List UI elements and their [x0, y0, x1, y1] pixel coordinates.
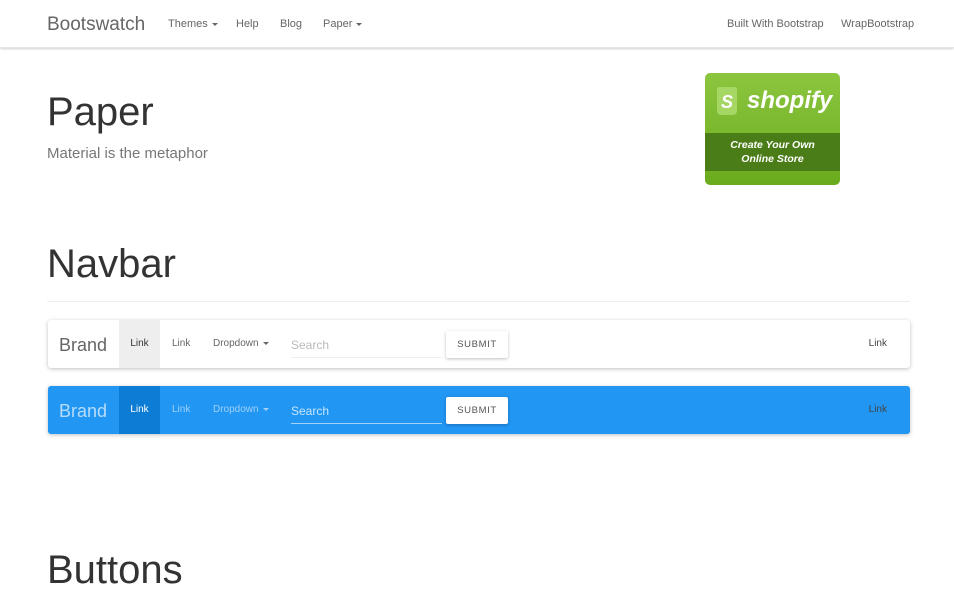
navbar-inverse: Brand Link Link Dropdown SUBMIT Link [48, 386, 910, 434]
section-heading-navbar: Navbar [47, 242, 176, 286]
ad-tagline-band: Create Your Own Online Store [705, 133, 840, 171]
caret-down-icon [211, 22, 218, 26]
ad-brand: shopify [747, 87, 833, 114]
page-title: Paper [47, 90, 154, 134]
navbar-right-link[interactable]: Link [869, 386, 887, 434]
top-navbar: Bootswatch Themes Help Blog Paper Built … [0, 0, 954, 48]
nav-built-with-bootstrap[interactable]: Built With Bootstrap [727, 18, 824, 30]
navbar-link-active[interactable]: Link [119, 320, 160, 368]
nav-themes[interactable]: Themes [168, 18, 218, 30]
shopify-ad[interactable]: S shopify Create Your Own Online Store [705, 73, 840, 185]
section-heading-buttons: Buttons [47, 548, 183, 592]
navbar-brand[interactable]: Brand [59, 401, 107, 422]
caret-down-icon [262, 407, 269, 411]
navbar-link[interactable]: Link [172, 386, 190, 434]
navbar-right-link[interactable]: Link [869, 320, 887, 368]
ad-tagline-line2: Online Store [741, 153, 804, 165]
page-subtitle: Material is the metaphor [47, 145, 208, 162]
navbar-search-input[interactable] [291, 398, 442, 424]
navbar-dropdown[interactable]: Dropdown [213, 320, 269, 368]
nav-blog[interactable]: Blog [280, 18, 302, 30]
site-brand[interactable]: Bootswatch [47, 14, 145, 36]
navbar-brand[interactable]: Brand [59, 335, 107, 356]
navbar-dropdown-label: Dropdown [213, 404, 259, 415]
shopify-bag-icon: S [717, 87, 737, 115]
ad-tagline-line1: Create Your Own [730, 139, 815, 151]
navbar-dropdown[interactable]: Dropdown [213, 386, 269, 434]
caret-down-icon [356, 22, 363, 26]
caret-down-icon [262, 341, 269, 345]
navbar-submit-button[interactable]: SUBMIT [446, 331, 508, 358]
nav-paper-label: Paper [323, 18, 353, 30]
navbar-submit-button[interactable]: SUBMIT [446, 397, 508, 424]
section-divider [47, 301, 910, 302]
navbar-dropdown-label: Dropdown [213, 338, 259, 349]
nav-paper[interactable]: Paper [323, 18, 363, 30]
navbar-search-input[interactable] [291, 332, 442, 358]
navbar-link-active[interactable]: Link [119, 386, 160, 434]
nav-themes-label: Themes [168, 18, 208, 30]
navbar-default: Brand Link Link Dropdown SUBMIT Link [48, 320, 910, 368]
navbar-link[interactable]: Link [172, 320, 190, 368]
nav-wrapbootstrap[interactable]: WrapBootstrap [841, 18, 914, 30]
nav-help[interactable]: Help [236, 18, 259, 30]
